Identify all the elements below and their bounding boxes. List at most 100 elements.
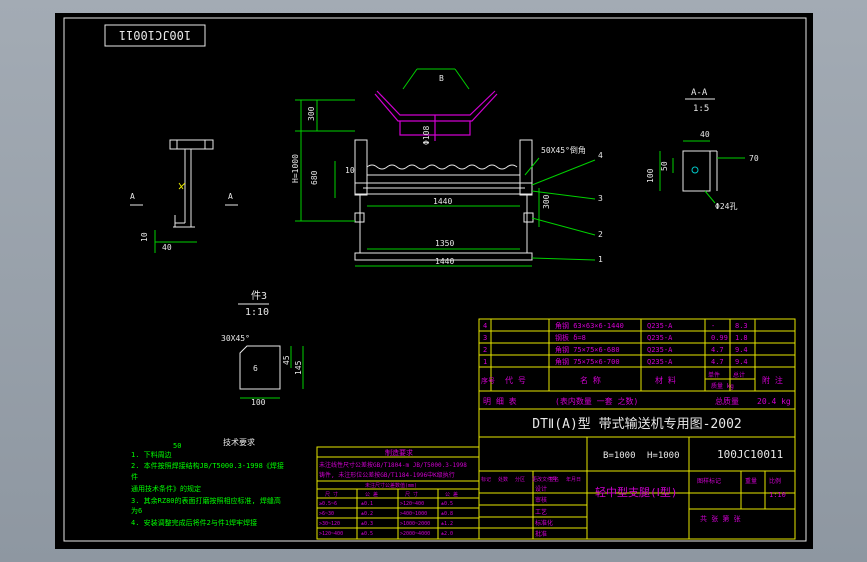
cad-model-space[interactable]: 100JC10011 10 40 A A B Φ108 300 H=1000 6… (55, 13, 813, 549)
main-title: DTⅡ(A)型 带式输送机专用图-2002 (532, 416, 742, 432)
dim-40-aa: 40 (700, 130, 710, 139)
tech-notes: 50 技术要求 1. 下料周边 2. 本件按照焊接结构JB/T5000.3-19… (131, 437, 284, 527)
note-line-2: 2. 本件按照焊接结构JB/T5000.3-1998《焊接 (131, 461, 284, 470)
tol-cell: ±0.2 (361, 511, 373, 517)
tol-cell: ±2.0 (441, 531, 453, 537)
title-block: DTⅡ(A)型 带式输送机专用图-2002 B=1000 H=1000 100J… (478, 408, 796, 540)
dim-100-aa: 100 (646, 168, 655, 183)
bom-table: 4 角钢 63×63×6-1440 Q235-A - 8.3 3 钢板 δ=8 Q235-A 0… (478, 318, 796, 410)
tol-cell: >120~400 (400, 501, 424, 507)
bom-detail-note: (表内数量 一套 之数) (555, 396, 638, 406)
section-aa-label: A-A (691, 88, 708, 98)
dim-40-left: 40 (162, 243, 172, 252)
bom-total-weight: 9.4 (735, 346, 748, 354)
revision-header: 处数 (498, 476, 508, 483)
tolerance-table: 制造要求 未注线性尺寸公差按GB/T1804-m JB/T5000.3-1998… (316, 446, 480, 540)
revision-header: 标记 (481, 476, 491, 483)
bom-unit-weight: - (711, 322, 715, 330)
bom-unit-weight: 4.7 (711, 358, 724, 366)
tol-h2: 公 差 (365, 491, 378, 498)
tol-cell: ±0.5 (441, 501, 453, 507)
tol-cell: >6~30 (319, 511, 334, 517)
roughness-symbol: 50 (173, 442, 181, 450)
bom-unit-weight: 4.7 (711, 346, 724, 354)
tol-cell: ±0.3 (361, 521, 373, 527)
part3-dim-6: 6 (253, 364, 258, 373)
tol-title: 制造要求 (385, 448, 413, 457)
tol-cell: >2000~4000 (400, 531, 430, 537)
balloon-1: 1 (598, 255, 603, 264)
part-name: 轻中型支腿(Ⅰ型) (595, 485, 678, 499)
note-line-1: 1. 下料周边 (131, 450, 172, 459)
chamfer-note: 50X45°倒角 (541, 145, 586, 155)
bom-h-wt-unit: 质量 kg (711, 382, 734, 390)
approve-label: 批准 (535, 530, 547, 538)
bom-name: 角钢 75×75×6-700 (555, 357, 620, 366)
dim-10-left: 10 (140, 232, 149, 242)
bom-no: 3 (483, 334, 487, 342)
bom-name: 角钢 63×63×6-1440 (555, 321, 624, 330)
tol-cell: ≥0.5~6 (319, 501, 337, 507)
balloon-4: 4 (598, 151, 603, 160)
bom-name: 钢板 δ=8 (555, 333, 586, 342)
part3-label: 件3 (251, 290, 267, 302)
design-label: 设计 (535, 485, 547, 493)
bom-total-weight: 9.4 (735, 358, 748, 366)
bom-total-weight: 8.3 (735, 322, 748, 330)
dim-1350: 1350 (435, 239, 454, 248)
section-aa-view: A-A 1:5 40 50 100 70 Φ24孔 (646, 88, 759, 211)
scale-value: 1:10 (769, 491, 786, 499)
tol-line-1: 未注线性尺寸公差按GB/T1804-m JB/T5000.3-1998 (319, 461, 467, 469)
sheet-label: 共 张 第 张 (700, 514, 741, 523)
tol-cell: >120~400 (319, 531, 343, 537)
part3-view: 件3 1:10 30X45° 6 45 145 100 (221, 290, 304, 407)
tol-line-2: 铸件, 未注形位公差按GB/T1184-1996中K级执行 (319, 471, 455, 479)
cad-drawing: 100JC10011 10 40 A A B Φ108 300 H=1000 6… (63, 17, 807, 542)
check-label: 审核 (535, 496, 547, 504)
front-view: B Φ108 300 H=1000 680 10 1440 1350 1440 … (291, 68, 603, 267)
bom-material: Q235-A (647, 334, 673, 342)
std-check-label: 标准化 (535, 519, 553, 527)
dim-300-side: 300 (542, 194, 551, 209)
dim-angle-b: B (439, 74, 444, 83)
section-mark-right: A (228, 192, 233, 201)
tol-cell: ±1.2 (441, 521, 453, 527)
param-h: H=1000 (647, 451, 680, 461)
mass-label: 重量 (745, 477, 757, 485)
bom-h-remark: 附 注 (762, 375, 783, 385)
note-line-6: 为6 (131, 506, 142, 515)
bom-h-name: 名 称 (580, 375, 601, 385)
hole-note-aa: Φ24孔 (715, 202, 737, 211)
process-label: 工艺 (535, 508, 547, 516)
bom-material: Q235-A (647, 322, 673, 330)
bom-no: 4 (483, 322, 487, 330)
bom-name: 角钢 75×75×6-680 (555, 345, 620, 354)
dim-10a: 10 (345, 166, 355, 175)
balloon-3: 3 (598, 194, 603, 203)
dim-70-aa: 70 (749, 154, 759, 163)
bom-total-value: 20.4 kg (757, 397, 791, 406)
bom-h-total-wt: 总计 (733, 371, 745, 379)
notes-title: 技术要求 (223, 437, 255, 447)
section-mark-left: A (130, 192, 135, 201)
section-aa-scale: 1:5 (693, 104, 709, 114)
bom-no: 1 (483, 358, 487, 366)
bom-total-weight: 1.8 (735, 334, 748, 342)
tol-cell: ±0.5 (361, 531, 373, 537)
bom-no: 2 (483, 346, 487, 354)
bom-h-code: 代 号 (505, 375, 526, 385)
dim-phi108: Φ108 (422, 126, 431, 145)
note-line-4: 通用技术条件》的规定 (131, 484, 201, 493)
drawing-no: 100JC10011 (717, 448, 783, 461)
part3-dim-100: 100 (251, 398, 266, 407)
viewport: 100JC10011 10 40 A A B Φ108 300 H=1000 6… (0, 0, 867, 562)
bom-h-no: 序号 (481, 376, 495, 385)
tol-cell: ±0.1 (361, 501, 373, 507)
tol-subtitle: 未注尺寸公差数值(mm) (365, 482, 417, 489)
tol-h1: 尺 寸 (325, 491, 338, 498)
note-line-3: 件 (131, 472, 138, 481)
param-b: B=1000 (603, 451, 636, 461)
stamp-code: 100JC10011 (119, 28, 191, 42)
side-view: 10 40 A A (130, 139, 238, 253)
dim-h1000: H=1000 (291, 154, 300, 183)
